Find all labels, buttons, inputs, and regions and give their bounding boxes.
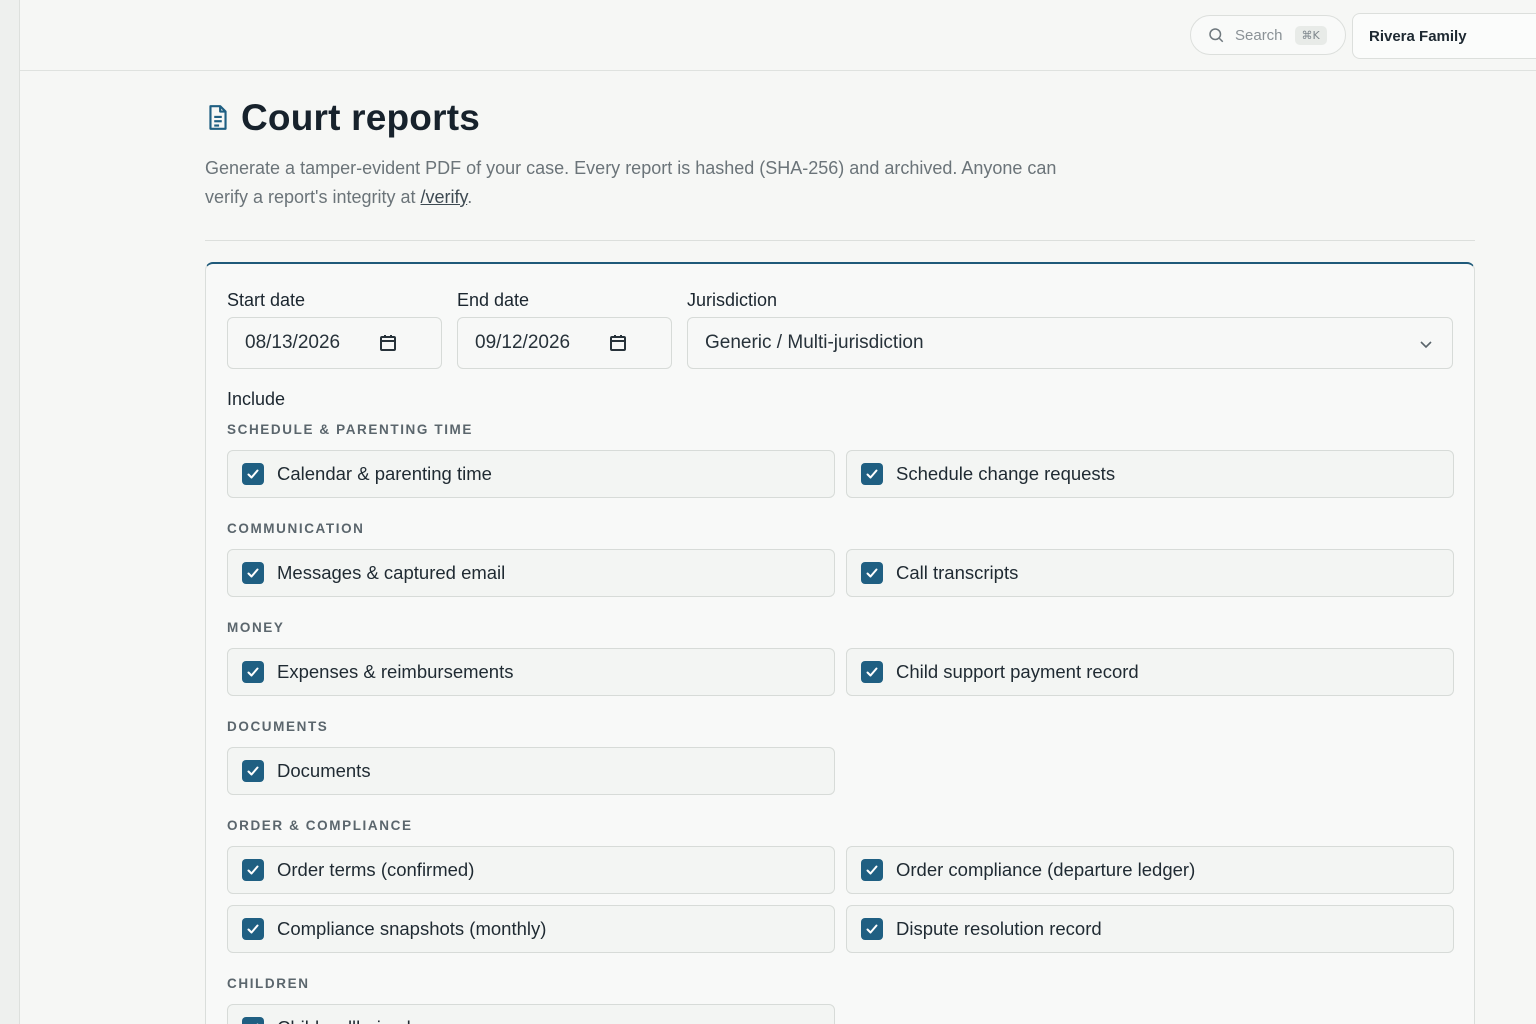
checkbox[interactable] (242, 562, 264, 584)
include-option[interactable]: Documents (227, 747, 835, 795)
include-option[interactable]: Expenses & reimbursements (227, 648, 835, 696)
checkmark-icon (247, 766, 259, 776)
include-option[interactable]: Compliance snapshots (monthly) (227, 905, 835, 953)
include-sections: SCHEDULE & PARENTING TIME Calendar & pare… (227, 422, 1454, 1024)
option-label: Calendar & parenting time (277, 463, 492, 484)
option-label: Dispute resolution record (896, 918, 1102, 939)
include-option[interactable]: Call transcripts (846, 549, 1454, 597)
section-options: Messages & captured email Call transcript… (227, 549, 1454, 597)
section-options: Expenses & reimbursements Child support p… (227, 648, 1454, 696)
checkbox[interactable] (242, 760, 264, 782)
report-form-card: Start date 08/13/2026 End date 09/12/202… (205, 262, 1475, 1024)
checkmark-icon (866, 469, 878, 479)
checkbox[interactable] (242, 463, 264, 485)
checkbox[interactable] (861, 562, 883, 584)
jurisdiction-field: Jurisdiction Generic / Multi-jurisdictio… (687, 290, 1453, 369)
section-title: SCHEDULE & PARENTING TIME (227, 422, 474, 437)
option-label: Messages & captured email (277, 562, 506, 583)
include-option[interactable]: Order terms (confirmed) (227, 846, 835, 894)
jurisdiction-select[interactable]: Generic / Multi-jurisdiction (687, 317, 1453, 369)
checkbox[interactable] (242, 1017, 264, 1024)
report-fields: Start date 08/13/2026 End date 09/12/202… (227, 290, 1453, 370)
section-options: Child wellbeing log (227, 1004, 1453, 1024)
option-label: Call transcripts (896, 562, 1019, 583)
document-icon (209, 105, 227, 130)
calendar-icon[interactable] (609, 334, 627, 352)
end-date-value: 09/12/2026 (475, 332, 571, 353)
end-date-field: End date 09/12/2026 (457, 290, 672, 369)
search-icon (1209, 28, 1224, 43)
chevron-down-icon (1420, 341, 1432, 349)
verify-link[interactable]: /verify (421, 187, 468, 207)
main-content: Court reports Generate a tamper-evident … (205, 90, 1475, 1024)
checkbox[interactable] (242, 859, 264, 881)
search-label: Search (1235, 26, 1283, 44)
include-option[interactable]: Order compliance (departure ledger) (846, 846, 1454, 894)
include-option[interactable]: Child wellbeing log (227, 1004, 835, 1024)
checkmark-icon (866, 924, 878, 934)
calendar-icon[interactable] (379, 334, 397, 352)
checkbox[interactable] (861, 859, 883, 881)
checkbox[interactable] (861, 463, 883, 485)
end-date-input[interactable]: 09/12/2026 (457, 317, 672, 369)
checkmark-icon (247, 469, 259, 479)
start-date-value: 08/13/2026 (245, 332, 341, 353)
checkmark-icon (866, 568, 878, 578)
include-option[interactable]: Dispute resolution record (846, 905, 1454, 953)
page-description: Generate a tamper-evident PDF of your ca… (205, 154, 1085, 212)
start-date-field: Start date 08/13/2026 (227, 290, 442, 369)
checkmark-icon (247, 924, 259, 934)
section-title: MONEY (227, 620, 285, 635)
side-rail (0, 0, 20, 1024)
checkmark-icon (866, 865, 878, 875)
divider (205, 240, 1475, 241)
include-option[interactable]: Schedule change requests (846, 450, 1454, 498)
section-title: DOCUMENTS (227, 719, 329, 734)
option-label: Schedule change requests (896, 463, 1116, 484)
page-header: Court reports (205, 90, 1475, 146)
include-option[interactable]: Calendar & parenting time (227, 450, 835, 498)
start-date-label: Start date (227, 290, 306, 310)
section-options: Documents (227, 747, 1453, 795)
jurisdiction-value: Generic / Multi-jurisdiction (705, 332, 924, 353)
option-label: Order compliance (departure ledger) (896, 859, 1196, 880)
description-suffix: . (467, 187, 473, 207)
option-label: Child support payment record (896, 661, 1139, 682)
section-options: Order terms (confirmed) Order compliance … (227, 846, 1454, 953)
description-text: Generate a tamper-evident PDF of your ca… (205, 158, 1057, 207)
include-option[interactable]: Child support payment record (846, 648, 1454, 696)
checkmark-icon (247, 865, 259, 875)
checkbox[interactable] (861, 661, 883, 683)
start-date-input[interactable]: 08/13/2026 (227, 317, 442, 369)
option-label: Order terms (confirmed) (277, 859, 475, 880)
option-label: Expenses & reimbursements (277, 661, 514, 682)
section-title: CHILDREN (227, 976, 310, 991)
checkbox[interactable] (242, 661, 264, 683)
checkbox[interactable] (242, 918, 264, 940)
family-switcher[interactable]: Rivera Family (1352, 13, 1536, 59)
page-title: Court reports (241, 97, 480, 138)
option-label: Compliance snapshots (monthly) (277, 918, 547, 939)
search-button[interactable]: Search ⌘K (1190, 15, 1346, 55)
option-label: Documents (277, 760, 371, 781)
top-bar: Search ⌘K Rivera Family (20, 0, 1536, 71)
checkmark-icon (247, 667, 259, 677)
checkmark-icon (866, 667, 878, 677)
section-title: COMMUNICATION (227, 521, 365, 536)
section-options: Calendar & parenting time Schedule change… (227, 450, 1454, 498)
checkmark-icon (247, 568, 259, 578)
include-label: Include (227, 389, 286, 409)
section-title: ORDER & COMPLIANCE (227, 818, 413, 833)
checkbox[interactable] (861, 918, 883, 940)
end-date-label: End date (457, 290, 530, 310)
jurisdiction-label: Jurisdiction (687, 290, 778, 310)
option-label: Child wellbeing log (277, 1017, 431, 1024)
search-shortcut: ⌘K (1294, 25, 1327, 45)
include-option[interactable]: Messages & captured email (227, 549, 835, 597)
